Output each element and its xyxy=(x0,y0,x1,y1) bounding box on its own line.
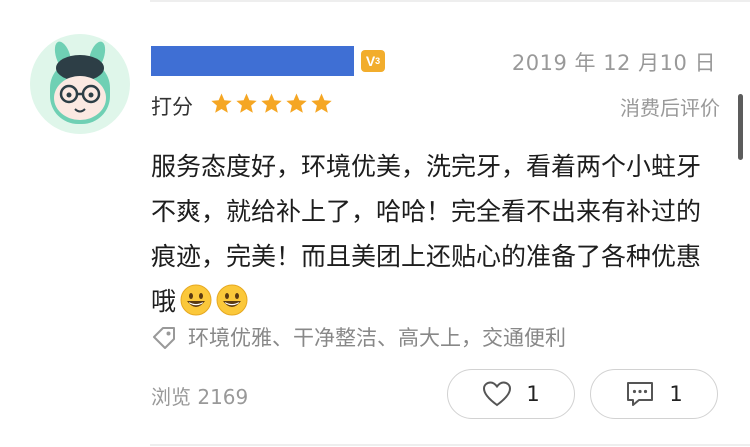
comment-icon xyxy=(627,382,654,406)
avatar[interactable] xyxy=(30,34,130,134)
view-count: 浏览 2169 xyxy=(151,385,249,409)
like-button[interactable]: 1 xyxy=(447,369,575,419)
user-level-badge: V3 xyxy=(361,50,385,72)
star-icon xyxy=(261,93,282,113)
review-tags: 环境优雅、干净整洁、高大上，交通便利 xyxy=(188,326,566,350)
star-icon xyxy=(311,93,332,113)
rating-label: 打分 xyxy=(151,95,193,119)
heart-icon xyxy=(483,381,512,407)
review-type-label: 消费后评价 xyxy=(620,96,720,120)
comment-count: 1 xyxy=(669,382,683,406)
username-redacted[interactable] xyxy=(151,46,354,76)
tag-icon xyxy=(153,327,175,349)
review-body: 服务态度好，环境优美，洗完牙，看着两个小蛀牙不爽，就给补上了，哈哈！完全看不出来… xyxy=(151,144,721,324)
star-rating xyxy=(210,92,333,115)
grinning-face-emoji-icon xyxy=(216,284,248,316)
bottom-divider xyxy=(150,444,750,446)
avatar-illustration xyxy=(50,41,110,124)
grinning-face-emoji-icon xyxy=(180,284,212,316)
star-icon xyxy=(236,93,257,113)
review-date: 2019 年 12 月10 日 xyxy=(511,51,716,75)
star-icon xyxy=(211,93,232,113)
star-icon xyxy=(286,93,307,113)
scrollbar[interactable] xyxy=(738,94,743,160)
comment-button[interactable]: 1 xyxy=(590,369,718,419)
emoji-group xyxy=(176,284,248,316)
top-divider xyxy=(150,0,750,2)
like-count: 1 xyxy=(526,382,540,406)
